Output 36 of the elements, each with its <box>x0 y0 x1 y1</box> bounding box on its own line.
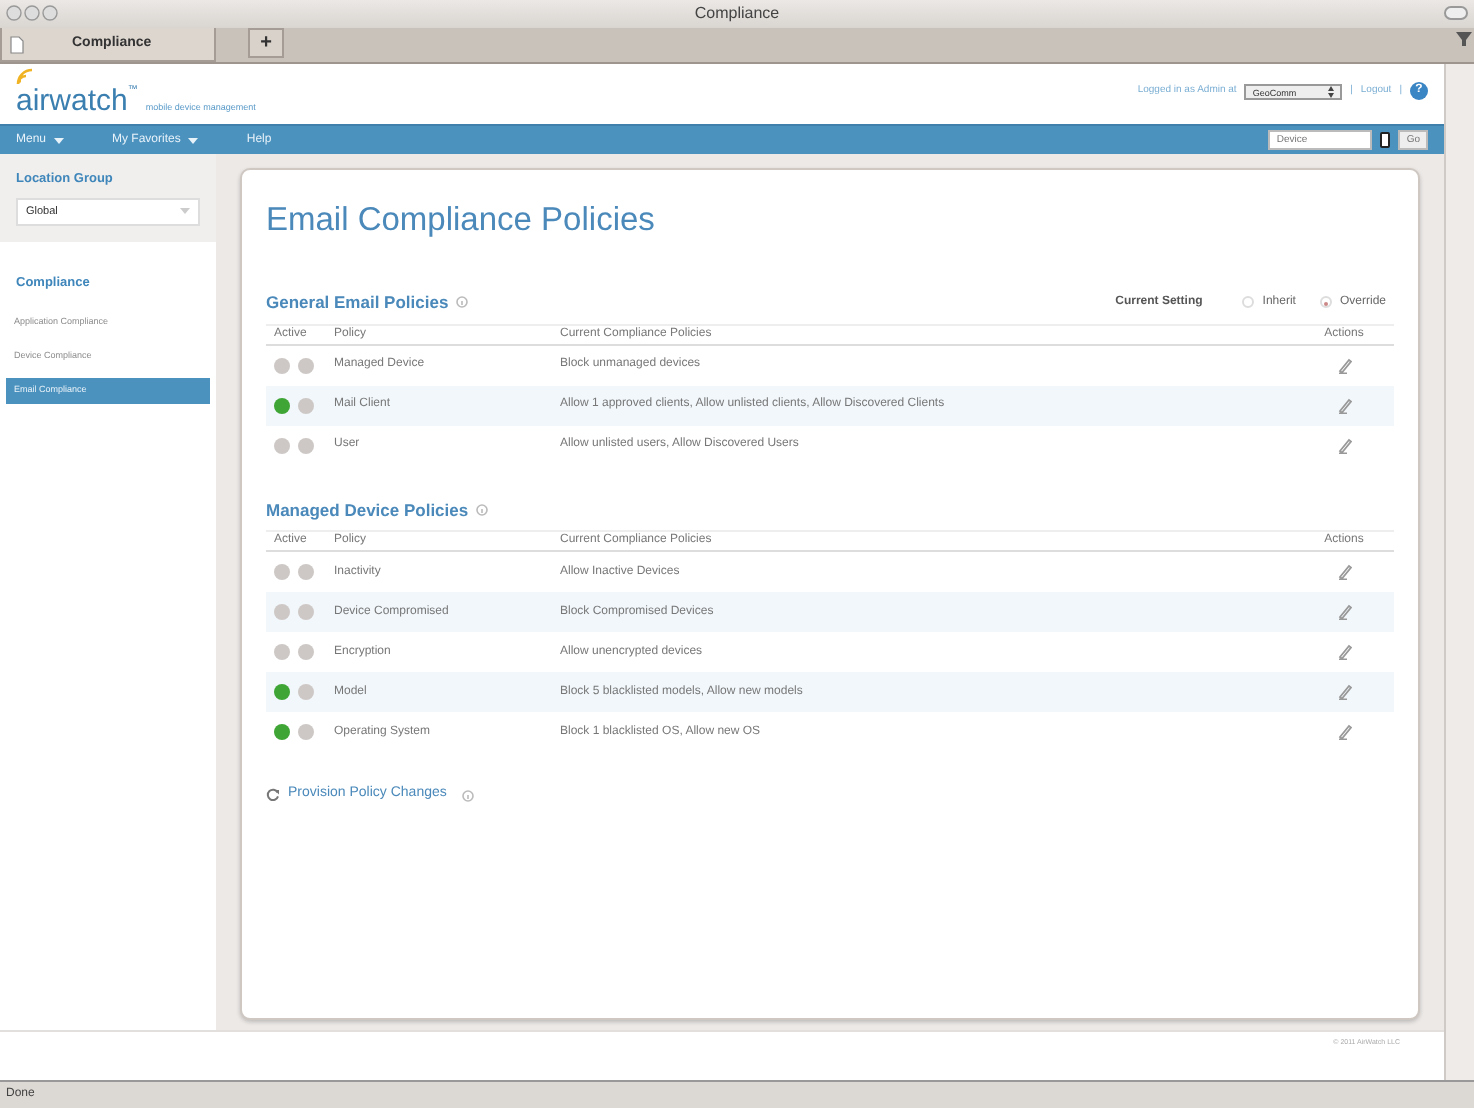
caret-icon <box>188 137 199 143</box>
refresh-icon[interactable] <box>266 788 280 803</box>
status-dot <box>298 357 314 374</box>
pencil-icon[interactable] <box>1337 644 1351 661</box>
status-dot <box>298 397 314 414</box>
caret-icon <box>180 208 190 215</box>
window-title: Compliance <box>694 2 780 26</box>
status-dot <box>298 644 314 661</box>
status-dot <box>298 564 314 581</box>
pencil-icon[interactable] <box>1337 684 1351 701</box>
pencil-icon[interactable] <box>1337 724 1351 741</box>
info-icon <box>462 789 475 802</box>
updown-caret-icon <box>1328 85 1335 97</box>
status-dot <box>298 724 314 741</box>
window-controls-icon[interactable] <box>4 4 64 22</box>
pencil-icon[interactable] <box>1337 437 1351 454</box>
info-icon <box>456 296 469 309</box>
pencil-icon[interactable] <box>1337 564 1351 581</box>
phone-icon[interactable] <box>1380 132 1391 148</box>
info-icon <box>476 503 489 516</box>
new-tab-button[interactable]: + <box>248 28 284 58</box>
status-dot <box>298 604 314 621</box>
pencil-icon[interactable] <box>1337 357 1351 374</box>
caret-icon <box>54 137 65 143</box>
radio-button[interactable] <box>1319 296 1332 309</box>
status-dot <box>298 437 314 454</box>
section-title: Managed Device Policies <box>266 497 469 523</box>
pencil-icon[interactable] <box>1337 397 1351 414</box>
document-icon <box>10 35 24 53</box>
scrollbar[interactable] <box>1444 64 1474 1080</box>
status-dot <box>298 684 314 701</box>
toolbar-toggle-icon[interactable] <box>1444 6 1468 20</box>
radio-button[interactable] <box>1242 296 1255 309</box>
section-title: General Email Policies <box>266 289 449 316</box>
page-title: Email Compliance Policies <box>266 202 657 242</box>
pencil-icon[interactable] <box>1337 604 1351 621</box>
